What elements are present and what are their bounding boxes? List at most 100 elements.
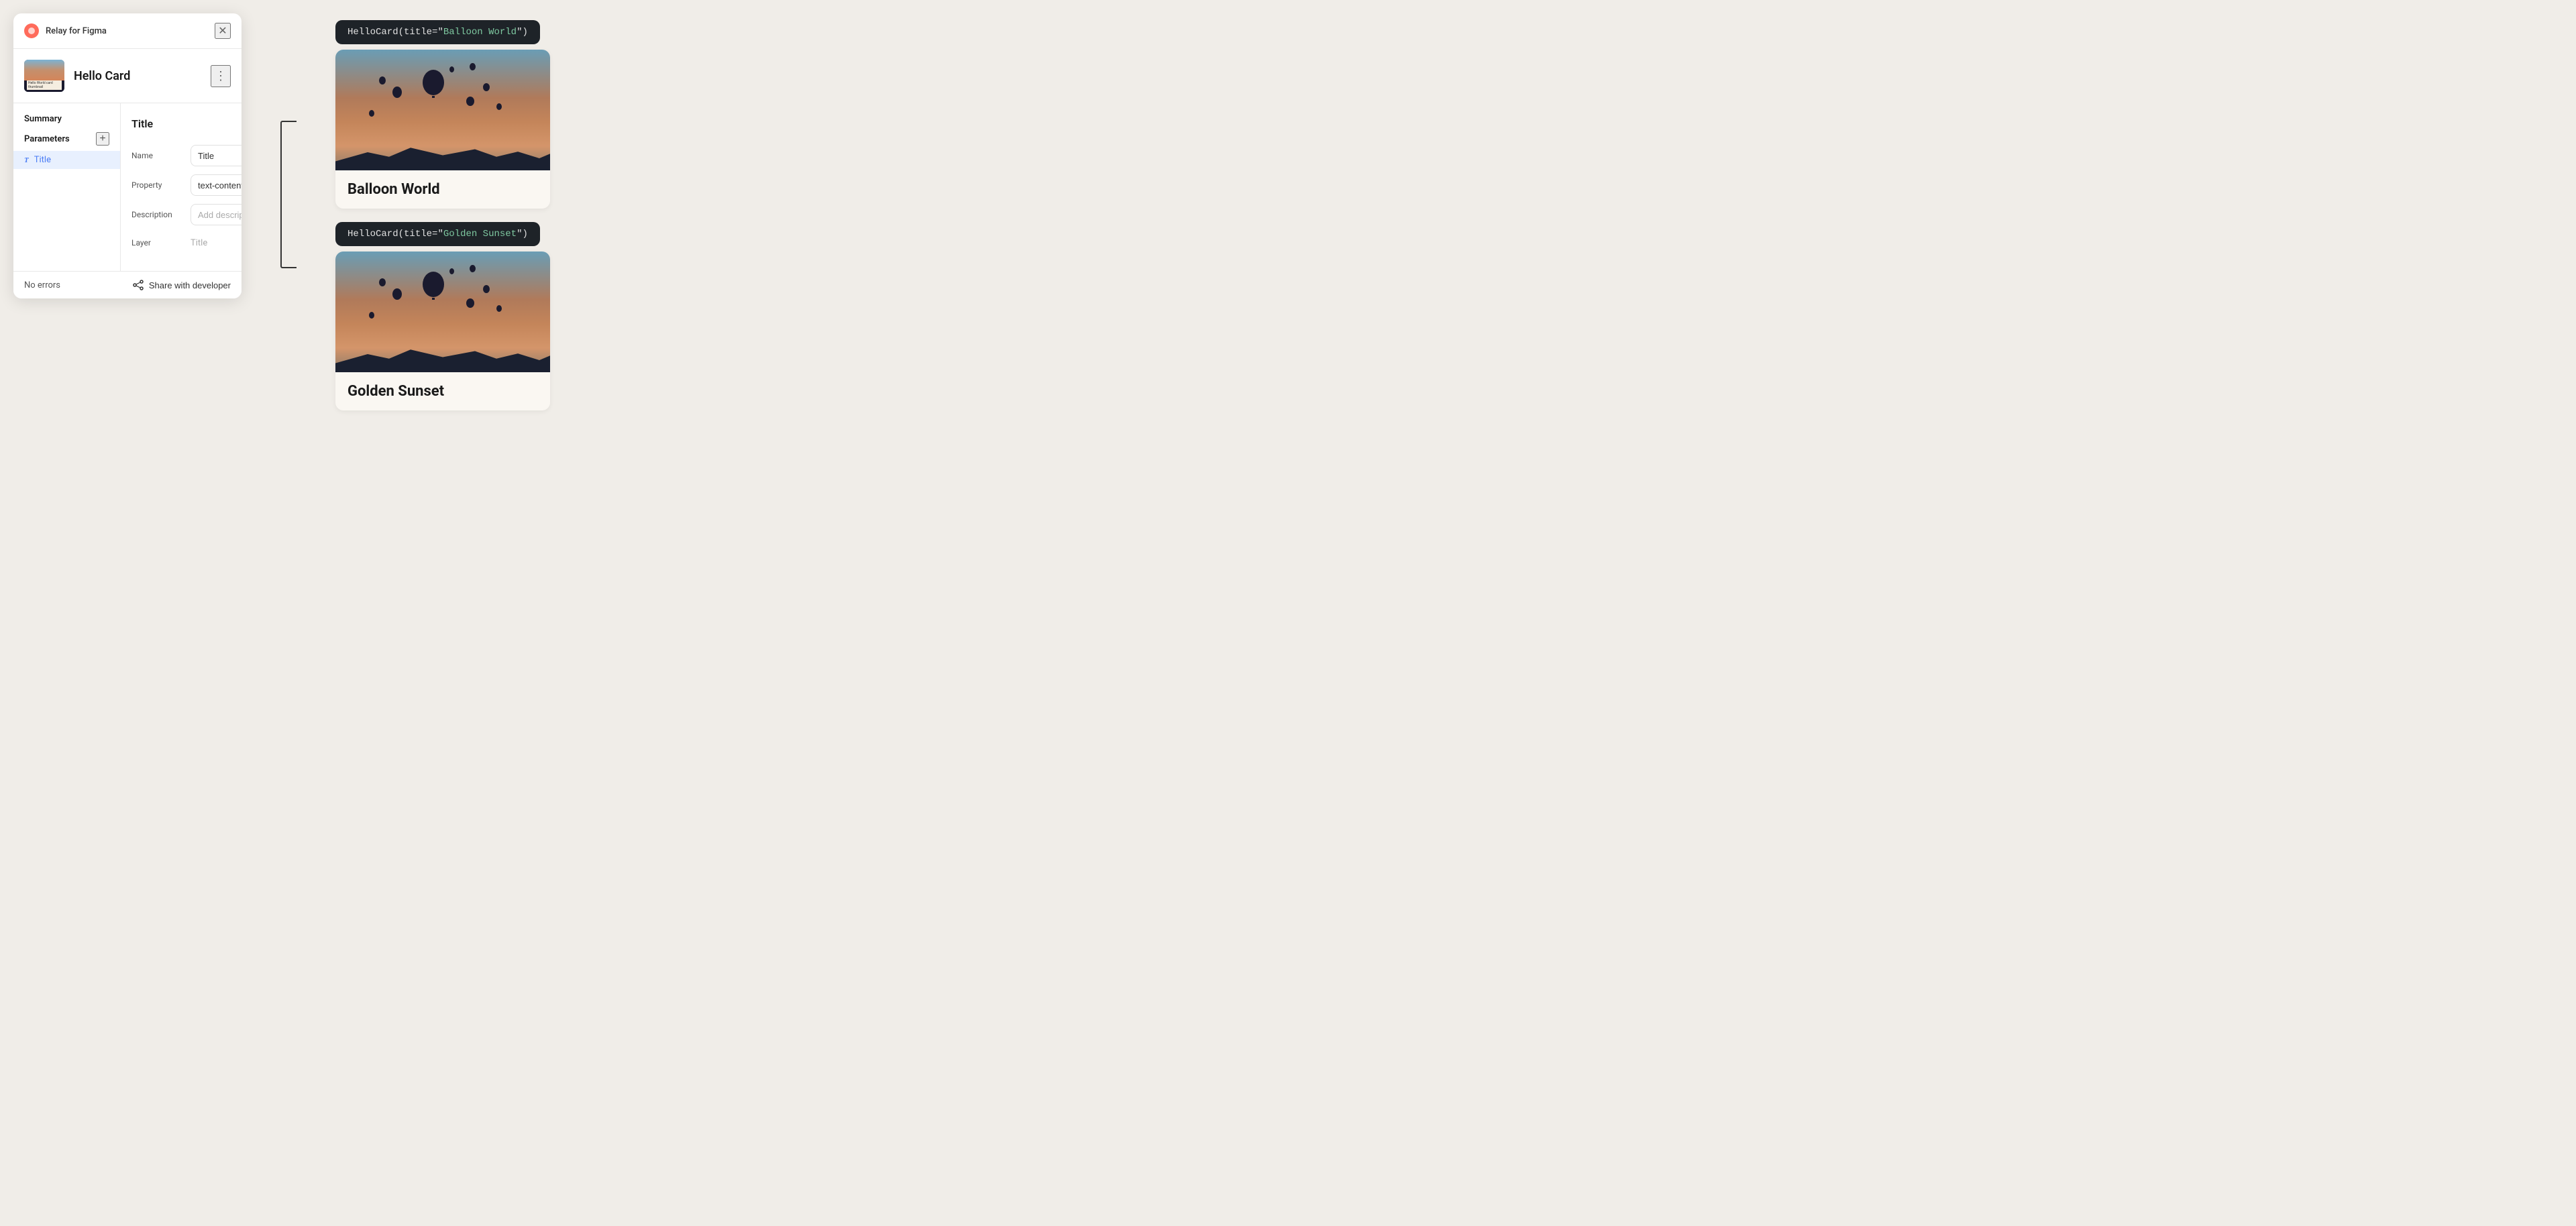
property-select-wrapper: text-content visible fill-color componen… bbox=[191, 174, 241, 196]
balloon-basket bbox=[432, 298, 435, 300]
card-1-tooltip: HelloCard(title="Balloon World") bbox=[335, 20, 540, 44]
balloon-sm1-2 bbox=[392, 288, 402, 300]
cards-area: HelloCard(title="Balloon World") bbox=[335, 13, 2563, 410]
add-parameter-button[interactable]: + bbox=[96, 132, 109, 146]
property-field-label: Property bbox=[131, 180, 185, 190]
balloon-body bbox=[423, 70, 444, 95]
thumbnail-sky bbox=[24, 60, 64, 80]
balloon-body bbox=[466, 298, 474, 308]
balloon-main bbox=[423, 70, 444, 98]
balloon-sm2 bbox=[379, 76, 386, 85]
layer-value: Title bbox=[191, 238, 241, 248]
component-name: Hello Card bbox=[74, 69, 130, 83]
balloon-body bbox=[392, 87, 402, 98]
tooltip-1-value: Balloon World bbox=[443, 27, 517, 38]
card-1-image bbox=[335, 50, 550, 170]
balloon-body bbox=[483, 285, 490, 293]
share-icon bbox=[133, 280, 144, 290]
share-button[interactable]: Share with developer bbox=[133, 280, 231, 290]
balloon-body bbox=[392, 288, 402, 300]
balloon-scene-1 bbox=[335, 50, 550, 170]
tooltip-1-param: title bbox=[404, 27, 432, 38]
panel-header: Relay for Figma ✕ bbox=[13, 13, 241, 49]
thumbnail-text: Hello World card thumbnail bbox=[27, 80, 62, 90]
param-item-title[interactable]: T Title bbox=[13, 151, 120, 169]
balloon-sm1 bbox=[392, 87, 402, 98]
card-1-body: Balloon World bbox=[335, 170, 550, 209]
param-item-label: Title bbox=[34, 155, 51, 165]
close-button[interactable]: ✕ bbox=[215, 23, 231, 39]
card-2-image bbox=[335, 252, 550, 372]
balloon-body bbox=[423, 272, 444, 297]
share-button-label: Share with developer bbox=[149, 280, 231, 290]
balloon-sm7-2 bbox=[449, 268, 454, 274]
name-input[interactable] bbox=[191, 145, 241, 166]
component-header-left: Hello World card thumbnail Hello Card bbox=[24, 60, 130, 92]
balloon-sm8 bbox=[369, 110, 374, 117]
parameters-label: Parameters bbox=[24, 134, 70, 144]
name-field-row: Name bbox=[131, 145, 241, 166]
component-header: Hello World card thumbnail Hello Card ⋮ bbox=[13, 49, 241, 103]
balloon-body bbox=[369, 110, 374, 117]
relay-logo-icon bbox=[24, 23, 39, 38]
card-1-title: Balloon World bbox=[347, 181, 538, 198]
balloon-sm6-2 bbox=[496, 305, 502, 312]
layer-field-label: Layer bbox=[131, 238, 185, 247]
property-select[interactable]: text-content visible fill-color componen… bbox=[191, 174, 241, 196]
name-field-label: Name bbox=[131, 151, 185, 160]
balloon-sm6 bbox=[496, 103, 502, 110]
mountain-silhouette-2 bbox=[335, 342, 550, 372]
balloon-body bbox=[483, 83, 490, 91]
balloon-basket bbox=[432, 96, 435, 98]
connector-area bbox=[268, 121, 309, 268]
balloon-body bbox=[369, 312, 374, 319]
balloon-sm3 bbox=[466, 97, 474, 106]
balloon-sm4-2 bbox=[470, 265, 476, 272]
balloon-sm8-2 bbox=[369, 312, 374, 319]
balloon-sm3-2 bbox=[466, 298, 474, 308]
tooltip-2-value: Golden Sunset bbox=[443, 229, 517, 239]
balloon-body bbox=[379, 76, 386, 85]
balloon-sm2-2 bbox=[379, 278, 386, 286]
balloon-sm5-2 bbox=[483, 285, 490, 293]
panel-content: Title 🗑 Name Property text-content visib… bbox=[121, 103, 241, 271]
more-options-button[interactable]: ⋮ bbox=[211, 65, 231, 87]
layer-field-row: Layer Title bbox=[131, 233, 241, 252]
description-input[interactable] bbox=[191, 204, 241, 225]
balloon-sm4 bbox=[470, 63, 476, 70]
param-type-icon: T bbox=[24, 156, 29, 164]
balloon-body bbox=[449, 268, 454, 274]
balloon-main-2 bbox=[423, 272, 444, 300]
mountain-silhouette-1 bbox=[335, 140, 550, 170]
summary-label: Summary bbox=[13, 111, 120, 129]
balloon-body bbox=[466, 97, 474, 106]
balloon-scene-2 bbox=[335, 252, 550, 372]
balloon-body bbox=[470, 63, 476, 70]
balloon-body bbox=[379, 278, 386, 286]
balloon-sm5 bbox=[483, 83, 490, 91]
balloon-body bbox=[449, 66, 454, 72]
parameters-header: Parameters + bbox=[13, 129, 120, 151]
card-2-title: Golden Sunset bbox=[347, 383, 538, 400]
card-1: Balloon World bbox=[335, 50, 550, 209]
card-1-container: HelloCard(title="Balloon World") bbox=[335, 20, 2563, 209]
balloon-sm7 bbox=[449, 66, 454, 72]
balloon-body bbox=[470, 265, 476, 272]
status-text: No errors bbox=[24, 280, 60, 290]
tooltip-2-param: title bbox=[404, 229, 432, 239]
description-field-label: Description bbox=[131, 210, 185, 219]
description-field-row: Description bbox=[131, 204, 241, 225]
panel-title: Relay for Figma bbox=[46, 26, 107, 36]
panel-sidebar: Summary Parameters + T Title bbox=[13, 103, 121, 271]
balloon-body bbox=[496, 305, 502, 312]
panel-header-left: Relay for Figma bbox=[24, 23, 107, 38]
tooltip-1-fn: HelloCard bbox=[347, 27, 398, 38]
card-2: Golden Sunset bbox=[335, 252, 550, 410]
content-title-row: Title 🗑 bbox=[131, 114, 241, 133]
panel-body: Summary Parameters + T Title Title 🗑 Nam… bbox=[13, 103, 241, 272]
bracket-connector bbox=[280, 121, 297, 268]
card-2-body: Golden Sunset bbox=[335, 372, 550, 410]
card-2-tooltip: HelloCard(title="Golden Sunset") bbox=[335, 222, 540, 246]
property-field-row: Property text-content visible fill-color… bbox=[131, 174, 241, 196]
panel-footer: No errors Share with developer bbox=[13, 272, 241, 298]
